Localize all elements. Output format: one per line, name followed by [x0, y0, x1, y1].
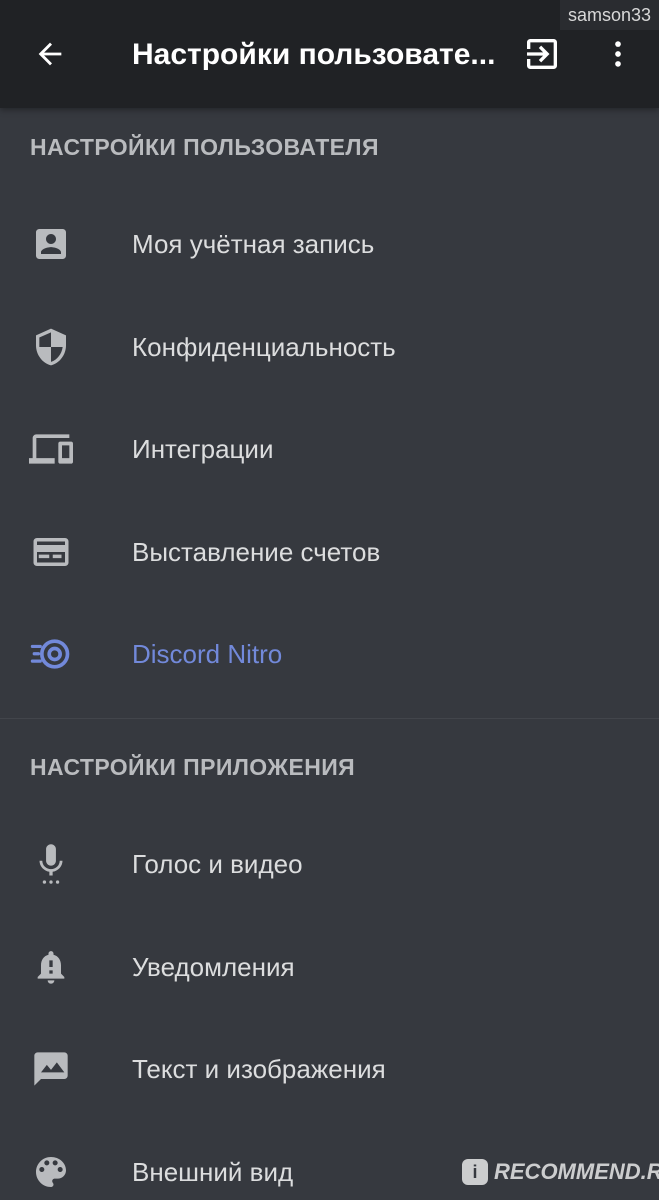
section-divider — [0, 718, 659, 719]
credit-card-icon — [29, 530, 73, 574]
settings-screen: Настройки пользовате... samson33 НАСТРОЙ… — [0, 0, 659, 1200]
menu-item-label: Голос и видео — [132, 849, 303, 879]
bell-icon — [29, 945, 73, 989]
menu-item-voice-video[interactable]: Голос и видео — [0, 813, 659, 915]
menu-item-integrations[interactable]: Интеграции — [0, 398, 659, 500]
back-button[interactable] — [30, 34, 70, 74]
more-vertical-icon — [615, 41, 621, 67]
menu-item-label: Уведомления — [132, 952, 295, 982]
menu-item-text-images[interactable]: Текст и изображения — [0, 1018, 659, 1120]
arrow-left-icon — [38, 42, 62, 66]
page-title: Настройки пользовате... — [132, 38, 496, 71]
menu-item-privacy[interactable]: Конфиденциальность — [0, 296, 659, 398]
menu-item-label: Конфиденциальность — [132, 332, 396, 362]
recommend-watermark: i RECOMMEND.RU — [462, 1154, 659, 1190]
username-watermark: samson33 — [559, 0, 659, 30]
menu-item-my-account[interactable]: Моя учётная запись — [0, 193, 659, 295]
menu-item-label: Текст и изображения — [132, 1054, 386, 1084]
menu-item-label: Выставление счетов — [132, 537, 381, 567]
logout-button[interactable] — [520, 34, 564, 74]
palette-icon — [29, 1150, 73, 1194]
user-settings-header: НАСТРОЙКИ ПОЛЬЗОВАТЕЛЯ — [30, 134, 379, 160]
image-icon — [29, 1047, 73, 1091]
menu-item-notifications[interactable]: Уведомления — [0, 916, 659, 1018]
menu-item-discord-nitro[interactable]: Discord Nitro — [0, 603, 659, 705]
nitro-icon — [29, 632, 73, 676]
more-options-button[interactable] — [600, 34, 636, 74]
menu-item-label: Моя учётная запись — [132, 229, 375, 259]
menu-item-label: Discord Nitro — [132, 639, 283, 669]
account-icon — [29, 222, 73, 266]
menu-item-billing[interactable]: Выставление счетов — [0, 501, 659, 603]
microphone-icon — [29, 842, 73, 886]
app-settings-header: НАСТРОЙКИ ПРИЛОЖЕНИЯ — [30, 754, 356, 780]
shield-icon — [29, 325, 73, 369]
menu-item-label: Внешний вид — [132, 1157, 294, 1187]
recommend-text: RECOMMEND.RU — [494, 1159, 659, 1184]
recommend-badge: i — [462, 1159, 488, 1185]
devices-icon — [29, 427, 73, 471]
menu-item-label: Интеграции — [132, 434, 274, 464]
logout-icon — [527, 39, 557, 69]
